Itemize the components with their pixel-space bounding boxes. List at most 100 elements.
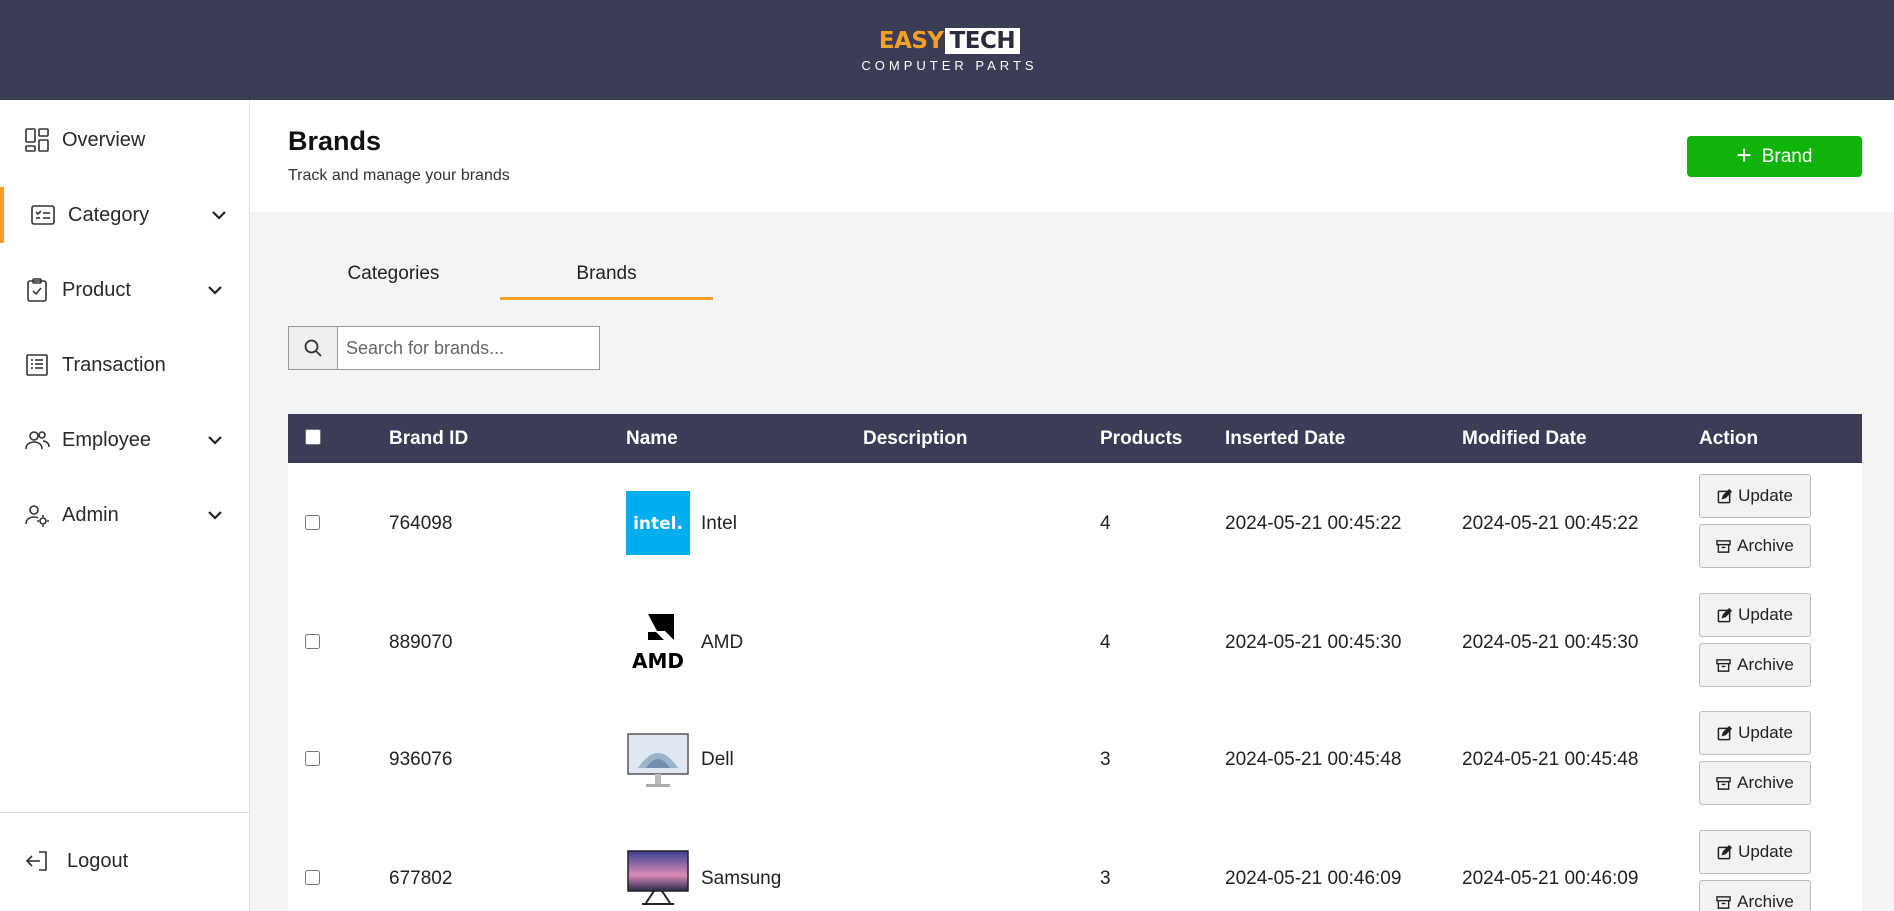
update-label: Update [1738, 723, 1793, 742]
column-header-products[interactable]: Products [1100, 414, 1182, 463]
top-header: EASY TECH COMPUTER PARTS [0, 0, 1894, 100]
update-label: Update [1738, 842, 1793, 861]
inserted-date-cell: 2024-05-21 00:45:48 [1225, 749, 1402, 770]
brand-id-cell: 677802 [389, 868, 453, 889]
edit-icon [1717, 488, 1733, 503]
archive-button[interactable]: Archive [1699, 761, 1811, 805]
archive-label: Archive [1737, 536, 1794, 555]
clipboard-icon [27, 278, 47, 302]
user-gear-icon [25, 505, 49, 527]
update-label: Update [1738, 605, 1793, 624]
row-checkbox[interactable] [305, 870, 320, 885]
plus-icon: + [1736, 140, 1752, 170]
sidebar-item-transaction[interactable]: Transaction [0, 337, 249, 393]
brand-name-cell: Samsung [701, 868, 782, 889]
brand-id-cell: 889070 [389, 632, 453, 653]
list-icon [31, 205, 55, 225]
sidebar-item-label: Transaction [62, 353, 166, 376]
archive-button[interactable]: Archive [1699, 880, 1811, 911]
sidebar-item-label: Overview [62, 128, 146, 151]
update-button[interactable]: Update [1699, 830, 1811, 874]
column-header-inserted-date[interactable]: Inserted Date [1225, 414, 1345, 463]
update-button[interactable]: Update [1699, 711, 1811, 755]
search-input[interactable] [337, 326, 600, 370]
sidebar: Overview Category Product Transaction Em… [0, 100, 250, 911]
page-header: Brands Track and manage your brands + Br… [250, 100, 1894, 212]
column-header-name[interactable]: Name [626, 414, 678, 463]
sidebar-item-label: Category [68, 203, 150, 226]
brand-logo[interactable]: EASY TECH COMPUTER PARTS [857, 26, 1042, 73]
archive-label: Archive [1737, 773, 1794, 792]
products-count-cell: 4 [1100, 513, 1111, 534]
dell-monitor-image [626, 728, 690, 792]
logout-label: Logout [67, 849, 129, 872]
chevron-down-icon[interactable] [204, 279, 226, 301]
archive-button[interactable]: Archive [1699, 643, 1811, 687]
edit-icon [1717, 844, 1733, 859]
archive-icon [1716, 539, 1731, 553]
sidebar-item-overview[interactable]: Overview [0, 112, 249, 168]
products-count-cell: 3 [1100, 868, 1111, 889]
table-header: Brand ID Name Description Products Inser… [288, 414, 1862, 463]
sidebar-divider [0, 812, 249, 813]
page-subtitle: Track and manage your brands [288, 167, 510, 184]
logout-button[interactable]: Logout [0, 833, 249, 889]
row-checkbox[interactable] [305, 515, 320, 530]
logo-subtitle: COMPUTER PARTS [861, 58, 1038, 73]
amd-logo: AMD [626, 610, 690, 674]
modified-date-cell: 2024-05-21 00:45:22 [1462, 513, 1639, 534]
table-row: 677802 Samsung 3 2024-05-21 00:46:09 202… [288, 820, 1862, 911]
add-brand-label: Brand [1761, 145, 1813, 167]
column-header-description[interactable]: Description [863, 414, 968, 463]
table-row: 936076 Dell 3 2024-05-21 00:45:48 2024-0… [288, 701, 1862, 820]
column-header-brand-id[interactable]: Brand ID [389, 414, 468, 463]
chevron-down-icon[interactable] [208, 204, 230, 226]
inserted-date-cell: 2024-05-21 00:45:22 [1225, 513, 1402, 534]
brand-id-cell: 764098 [389, 513, 453, 534]
inserted-date-cell: 2024-05-21 00:46:09 [1225, 868, 1402, 889]
brand-name-cell: Intel [701, 513, 737, 534]
sidebar-item-product[interactable]: Product [0, 262, 249, 318]
table-row: 764098 intel. Intel 4 2024-05-21 00:45:2… [288, 463, 1862, 582]
svg-text:intel.: intel. [633, 514, 683, 534]
row-checkbox[interactable] [305, 751, 320, 766]
update-button[interactable]: Update [1699, 474, 1811, 518]
sidebar-item-admin[interactable]: Admin [0, 487, 249, 543]
update-label: Update [1738, 486, 1793, 505]
edit-icon [1717, 725, 1733, 740]
edit-icon [1717, 607, 1733, 622]
logo-tech-text: TECH [944, 28, 1021, 54]
brand-name-cell: AMD [701, 632, 744, 653]
brands-table-body: 764098 intel. Intel 4 2024-05-21 00:45:2… [288, 463, 1862, 911]
modified-date-cell: 2024-05-21 00:45:30 [1462, 632, 1639, 653]
tab-brands[interactable]: Brands [500, 256, 713, 300]
tab-categories[interactable]: Categories [287, 256, 500, 300]
page-title: Brands [288, 126, 382, 156]
chevron-down-icon[interactable] [204, 504, 226, 526]
brand-name-cell: Dell [701, 749, 734, 770]
column-header-modified-date[interactable]: Modified Date [1462, 414, 1587, 463]
modified-date-cell: 2024-05-21 00:45:48 [1462, 749, 1639, 770]
add-brand-button[interactable]: + Brand [1687, 136, 1862, 177]
products-count-cell: 4 [1100, 632, 1111, 653]
row-checkbox[interactable] [305, 634, 320, 649]
modified-date-cell: 2024-05-21 00:46:09 [1462, 868, 1639, 889]
archive-icon [1716, 895, 1731, 909]
select-all-checkbox[interactable] [305, 429, 321, 445]
sidebar-item-employee[interactable]: Employee [0, 412, 249, 468]
sidebar-item-category[interactable]: Category [0, 187, 249, 243]
archive-icon [1716, 776, 1731, 790]
brand-id-cell: 936076 [389, 749, 453, 770]
chevron-down-icon[interactable] [204, 429, 226, 451]
sidebar-item-label: Employee [62, 428, 151, 451]
products-count-cell: 3 [1100, 749, 1111, 770]
search-button[interactable] [288, 326, 337, 370]
archive-button[interactable]: Archive [1699, 524, 1811, 568]
samsung-monitor-image [626, 847, 690, 911]
update-button[interactable]: Update [1699, 593, 1811, 637]
intel-logo: intel. [626, 491, 690, 555]
dashboard-icon [25, 128, 49, 152]
sidebar-item-label: Product [62, 278, 131, 301]
archive-label: Archive [1737, 655, 1794, 674]
search-icon [304, 339, 322, 357]
